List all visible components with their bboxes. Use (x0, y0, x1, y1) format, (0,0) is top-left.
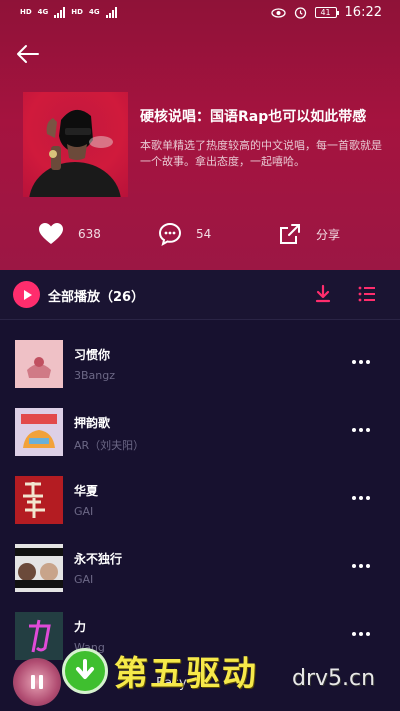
like-count: 638 (78, 227, 101, 241)
song-title: 华夏 (74, 484, 99, 498)
play-all-label[interactable]: 全部播放（26） (48, 286, 144, 305)
playlist-cover-image (23, 92, 128, 197)
song-cover-image (15, 544, 63, 592)
play-all-button[interactable] (13, 281, 40, 308)
battery-icon: 41 (314, 7, 339, 18)
more-options-icon[interactable] (352, 632, 370, 636)
song-row[interactable]: 习惯你 3Bangz (0, 332, 400, 392)
heart-icon (39, 223, 63, 244)
eye-icon (270, 7, 286, 18)
song-title: 力 (74, 620, 87, 634)
signal-icon-2 (105, 6, 117, 18)
play-icon (23, 289, 32, 300)
song-cover-image (15, 476, 63, 524)
alarm-icon (294, 7, 306, 19)
back-arrow-icon[interactable] (14, 42, 40, 66)
comment-count: 54 (196, 227, 212, 241)
more-options-icon[interactable] (352, 428, 370, 432)
signal-icon (54, 6, 66, 18)
playlist-description: 本歌单精选了热度较高的中文说唱，每一首歌就是一个故事。拿出态度，一起嘻哈。 (140, 139, 382, 168)
play-all-bar: 全部播放（26） (0, 270, 400, 320)
status-bar: HD 4G HD 4G 41 16:22 (0, 0, 400, 28)
clock: 16:22 (344, 5, 382, 20)
song-artist: AR（刘夫阳） (74, 439, 145, 452)
sim2-network-label: 4G (88, 8, 100, 16)
song-row[interactable]: 押韵歌 AR（刘夫阳） (0, 400, 400, 460)
pause-icon[interactable] (31, 675, 43, 689)
playlist-title: 硬核说唱：国语Rap也可以如此带感 (140, 109, 367, 125)
more-options-icon[interactable] (352, 360, 370, 364)
song-title: 押韵歌 (74, 416, 111, 430)
like-button[interactable]: 638 (38, 222, 101, 246)
more-options-icon[interactable] (352, 564, 370, 568)
song-artist: 3Bangz (74, 369, 116, 382)
download-icon[interactable] (313, 284, 333, 304)
comment-icon (158, 222, 182, 246)
playlist-actions: 638 54 分享 (0, 222, 400, 256)
song-artist: GAI (74, 505, 94, 518)
watermark-logo-icon (62, 648, 108, 694)
song-cover-image (15, 340, 63, 388)
song-row[interactable]: 华夏 GAI (0, 468, 400, 528)
watermark-text: 第五驱动 (114, 654, 258, 694)
song-row[interactable]: 永不独行 GAI (0, 536, 400, 596)
sim1-hd-label: HD (20, 8, 32, 16)
sim1-network-label: 4G (37, 8, 49, 16)
share-button[interactable]: 分享 (278, 222, 340, 246)
song-title: 习惯你 (74, 348, 111, 362)
song-artist: GAI (74, 573, 94, 586)
now-playing-cover[interactable] (13, 658, 61, 706)
song-title: 永不独行 (74, 552, 123, 566)
song-cover-image (15, 408, 63, 456)
share-label: 分享 (316, 227, 341, 242)
watermark-url: drv5.cn (292, 666, 376, 691)
share-icon (280, 224, 300, 244)
multi-select-list-icon[interactable] (357, 284, 377, 304)
sim2-hd-label: HD (71, 8, 83, 16)
comment-button[interactable]: 54 (158, 222, 211, 246)
more-options-icon[interactable] (352, 496, 370, 500)
